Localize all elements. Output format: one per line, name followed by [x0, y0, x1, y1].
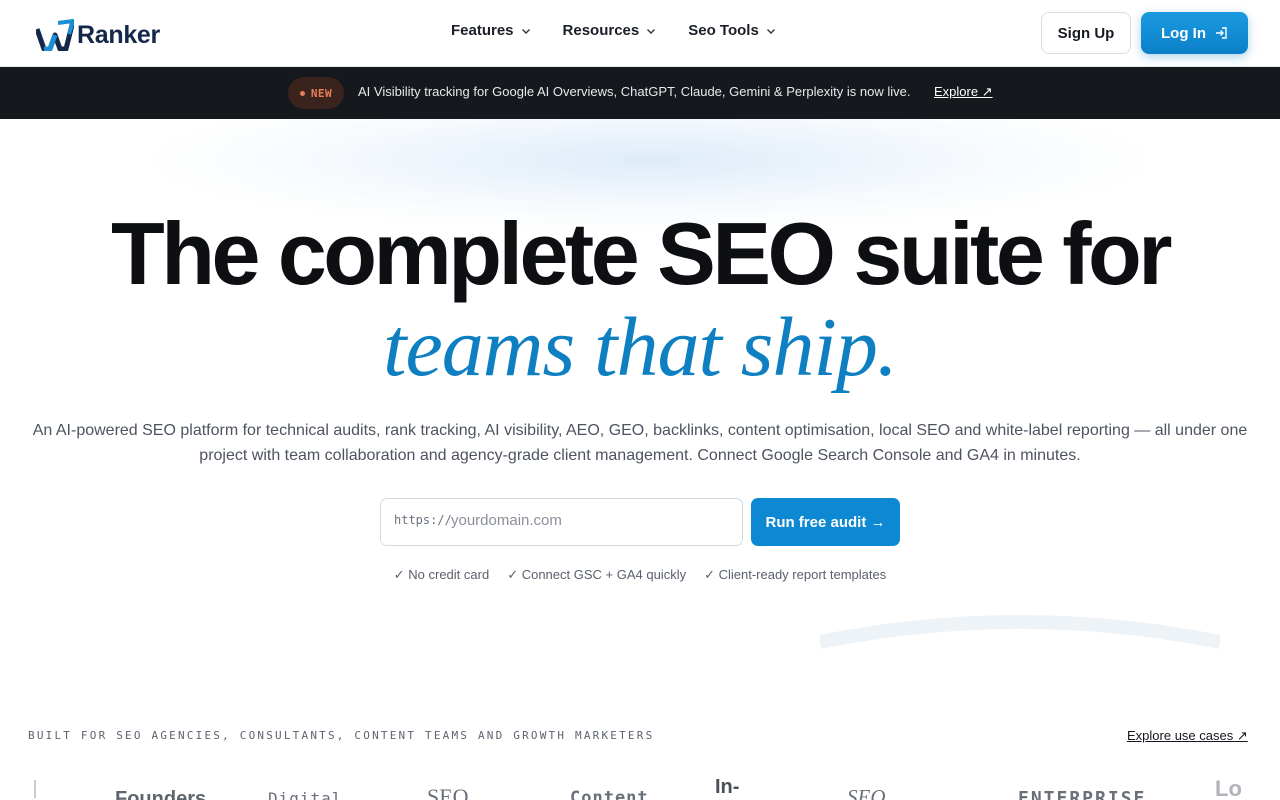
nav-seo-tools[interactable]: Seo Tools	[688, 22, 776, 39]
logo-in-house: In-	[715, 776, 740, 798]
logo-local: Lo	[1215, 776, 1242, 800]
logo-founders: Founders	[115, 788, 207, 800]
input-placeholder: yourdomain.com	[451, 512, 562, 529]
signup-button[interactable]: Sign Up	[1041, 12, 1131, 54]
nav-features[interactable]: Features	[451, 22, 531, 39]
hero-headline-accent: teams that ship.	[383, 301, 898, 394]
feature-checks: ✓ No credit card ✓ Connect GSC + GA4 qui…	[0, 567, 1280, 583]
badge-dot-icon	[299, 90, 305, 96]
decorative-wave	[820, 615, 1220, 649]
new-badge-label: NEW	[310, 86, 333, 100]
logo-mark-icon	[36, 19, 74, 51]
audience-logos: Founders Digital SEO Content In- SEO ENT…	[0, 772, 1280, 800]
logo-content: Content	[570, 788, 649, 800]
check-no-credit-card: ✓ No credit card	[393, 567, 490, 582]
nav-seo-tools-label: Seo Tools	[688, 22, 759, 39]
hero-headline: The complete SEO suite for	[110, 204, 1173, 303]
main-nav: Features Resources Seo Tools	[451, 22, 776, 39]
login-label: Log In	[1161, 24, 1206, 42]
nav-resources-label: Resources	[562, 22, 640, 39]
brand-name: Ranker	[77, 21, 160, 49]
logo-enterprise: ENTERPRISE	[1018, 788, 1147, 800]
nav-resources[interactable]: Resources	[563, 22, 657, 39]
nav-features-label: Features	[451, 22, 514, 39]
login-icon	[1216, 27, 1227, 39]
use-cases-link[interactable]: Explore use cases ↗	[1127, 728, 1248, 744]
check-connect-gsc: ✓ Connect GSC + GA4 quickly	[507, 567, 687, 582]
site-header: Ranker Features Resources Seo Tools Sign…	[0, 0, 1280, 67]
chevron-down-icon	[766, 28, 775, 34]
announcement-text: AI Visibility tracking for Google AI Ove…	[358, 84, 911, 99]
new-badge: NEW	[288, 77, 344, 109]
audience-label: BUILT FOR SEO AGENCIES, CONSULTANTS, CON…	[28, 729, 655, 742]
logo-digital: Digital	[268, 789, 343, 800]
chevron-down-icon	[521, 28, 530, 34]
brand-logo[interactable]: Ranker	[36, 15, 160, 51]
run-audit-button[interactable]: Run free audit →	[751, 498, 900, 546]
login-button[interactable]: Log In	[1141, 12, 1248, 54]
logo-seo: SEO	[427, 784, 469, 800]
check-report-templates: ✓ Client-ready report templates	[704, 567, 887, 582]
input-prefix: https://	[394, 513, 452, 527]
chevron-down-icon	[647, 28, 656, 34]
logo-seo-serif: SEO	[847, 785, 886, 800]
explore-link[interactable]: Explore ↗	[934, 84, 993, 100]
hero-subtext: An AI-powered SEO platform for technical…	[32, 422, 1248, 464]
